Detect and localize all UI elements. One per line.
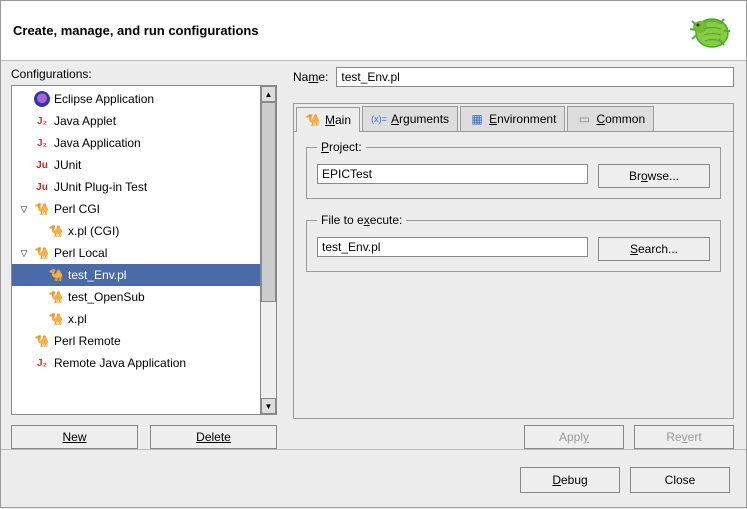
- environment-icon: ▦: [469, 111, 485, 127]
- tree-container: Eclipse Application J₂ Java Applet J₂ Java A…: [11, 85, 277, 415]
- left-pane: Configurations: Eclipse Application J₂ Jav…: [1, 61, 287, 449]
- project-legend: Project:: [317, 140, 366, 154]
- scroll-thumb[interactable]: [261, 102, 276, 302]
- arguments-icon: (x)=: [371, 111, 387, 127]
- tab-environment[interactable]: ▦ Environment: [460, 106, 565, 131]
- content: Configurations: Eclipse Application J₂ Jav…: [1, 61, 746, 449]
- file-group: File to execute: Search...: [306, 213, 721, 272]
- tab-panel: 🐪 Main (x)= Arguments ▦ Environment ▭ Common Pr…: [293, 103, 734, 419]
- scrollbar[interactable]: ▲ ▼: [261, 85, 277, 415]
- twisty-icon: [18, 137, 30, 149]
- common-icon: ▭: [576, 111, 592, 127]
- eclipse-icon: [34, 91, 50, 107]
- tree-node-label: Perl Remote: [54, 334, 121, 348]
- close-button[interactable]: Close: [630, 467, 730, 493]
- file-input[interactable]: [317, 237, 588, 257]
- tab-label: Common: [596, 112, 645, 126]
- tree-node-java-application[interactable]: J₂ Java Application: [12, 132, 260, 154]
- tree-node-perl-local[interactable]: ▽ 🐪 Perl Local: [12, 242, 260, 264]
- tab-label: Environment: [489, 112, 556, 126]
- tree-node-junit-plug-in-test[interactable]: Ju JUnit Plug-in Test: [12, 176, 260, 198]
- camel-icon: 🐪: [34, 333, 50, 349]
- tab-common[interactable]: ▭ Common: [567, 106, 654, 131]
- right-pane: Name: 🐪 Main (x)= Arguments ▦ Environment ▭ Com…: [287, 61, 746, 449]
- twisty-icon[interactable]: ▽: [18, 203, 30, 215]
- configurations-tree[interactable]: Eclipse Application J₂ Java Applet J₂ Java A…: [11, 85, 261, 415]
- junit-icon: Ju: [34, 157, 50, 173]
- file-legend: File to execute:: [317, 213, 406, 227]
- tree-node-label: JUnit Plug-in Test: [54, 180, 147, 194]
- tab-body-main: Project: Browse... File to execute: Sear…: [294, 132, 733, 294]
- tree-node-label: Perl CGI: [54, 202, 100, 216]
- tabs: 🐪 Main (x)= Arguments ▦ Environment ▭ Common: [294, 104, 733, 132]
- new-button[interactable]: New: [11, 425, 138, 449]
- tree-node-remote-java-application[interactable]: J₂ Remote Java Application: [12, 352, 260, 374]
- twisty-icon: [18, 335, 30, 347]
- tree-node-label: JUnit: [54, 158, 81, 172]
- camel-icon: 🐪: [48, 289, 64, 305]
- configurations-label: Configurations:: [11, 67, 277, 81]
- java-icon: J₂: [34, 113, 50, 129]
- tree-node-label: Java Application: [54, 136, 141, 150]
- header: Create, manage, and run configurations: [1, 1, 746, 61]
- tree-node-x-pl[interactable]: 🐪 x.pl: [12, 308, 260, 330]
- tree-node-test-env-pl[interactable]: 🐪 test_Env.pl: [12, 264, 260, 286]
- bug-icon: [686, 7, 734, 55]
- tab-arguments[interactable]: (x)= Arguments: [362, 106, 458, 131]
- browse-button[interactable]: Browse...: [598, 164, 710, 188]
- twisty-icon: [18, 115, 30, 127]
- name-row: Name:: [293, 67, 734, 87]
- tree-node-perl-remote[interactable]: 🐪 Perl Remote: [12, 330, 260, 352]
- tree-node-java-applet[interactable]: J₂ Java Applet: [12, 110, 260, 132]
- twisty-icon: [18, 93, 30, 105]
- name-input[interactable]: [336, 67, 734, 87]
- dialog-title: Create, manage, and run configurations: [13, 23, 259, 38]
- search-button[interactable]: Search...: [598, 237, 710, 261]
- tree-node-label: x.pl: [68, 312, 87, 326]
- camel-icon: 🐪: [48, 223, 64, 239]
- tree-node-label: Eclipse Application: [54, 92, 154, 106]
- footer: Debug Close: [1, 449, 746, 509]
- tree-node-eclipse-application[interactable]: Eclipse Application: [12, 88, 260, 110]
- tab-label: Main: [325, 113, 351, 127]
- project-input[interactable]: [317, 164, 588, 184]
- tree-buttons: New Delete: [11, 425, 277, 449]
- tab-label: Arguments: [391, 112, 449, 126]
- twisty-icon: [18, 357, 30, 369]
- scroll-up-button[interactable]: ▲: [261, 86, 276, 102]
- revert-button[interactable]: Revert: [634, 425, 734, 449]
- tree-node-label: Remote Java Application: [54, 356, 186, 370]
- camel-icon: 🐪: [34, 245, 50, 261]
- debug-button[interactable]: Debug: [520, 467, 620, 493]
- tree-node-label: x.pl (CGI): [68, 224, 119, 238]
- twisty-icon: [18, 181, 30, 193]
- tree-node-x-pl-cgi-[interactable]: 🐪 x.pl (CGI): [12, 220, 260, 242]
- project-group: Project: Browse...: [306, 140, 721, 199]
- junit-icon: Ju: [34, 179, 50, 195]
- tree-node-label: Perl Local: [54, 246, 107, 260]
- apply-button[interactable]: Apply: [524, 425, 624, 449]
- camel-icon: 🐪: [34, 201, 50, 217]
- camel-icon: 🐪: [48, 267, 64, 283]
- tree-node-perl-cgi[interactable]: ▽ 🐪 Perl CGI: [12, 198, 260, 220]
- java-icon: J₂: [34, 135, 50, 151]
- camel-icon: 🐪: [305, 112, 321, 128]
- java-icon: J₂: [34, 355, 50, 371]
- delete-button[interactable]: Delete: [150, 425, 277, 449]
- tree-node-junit[interactable]: Ju JUnit: [12, 154, 260, 176]
- camel-icon: 🐪: [48, 311, 64, 327]
- name-label: Name:: [293, 70, 328, 84]
- tree-node-label: test_Env.pl: [68, 268, 126, 282]
- tree-node-label: test_OpenSub: [68, 290, 145, 304]
- tree-node-label: Java Applet: [54, 114, 116, 128]
- twisty-icon: [18, 159, 30, 171]
- tree-node-test-opensub[interactable]: 🐪 test_OpenSub: [12, 286, 260, 308]
- scroll-down-button[interactable]: ▼: [261, 398, 276, 414]
- tab-main[interactable]: 🐪 Main: [296, 107, 360, 132]
- apply-row: Apply Revert: [293, 425, 734, 449]
- twisty-icon[interactable]: ▽: [18, 247, 30, 259]
